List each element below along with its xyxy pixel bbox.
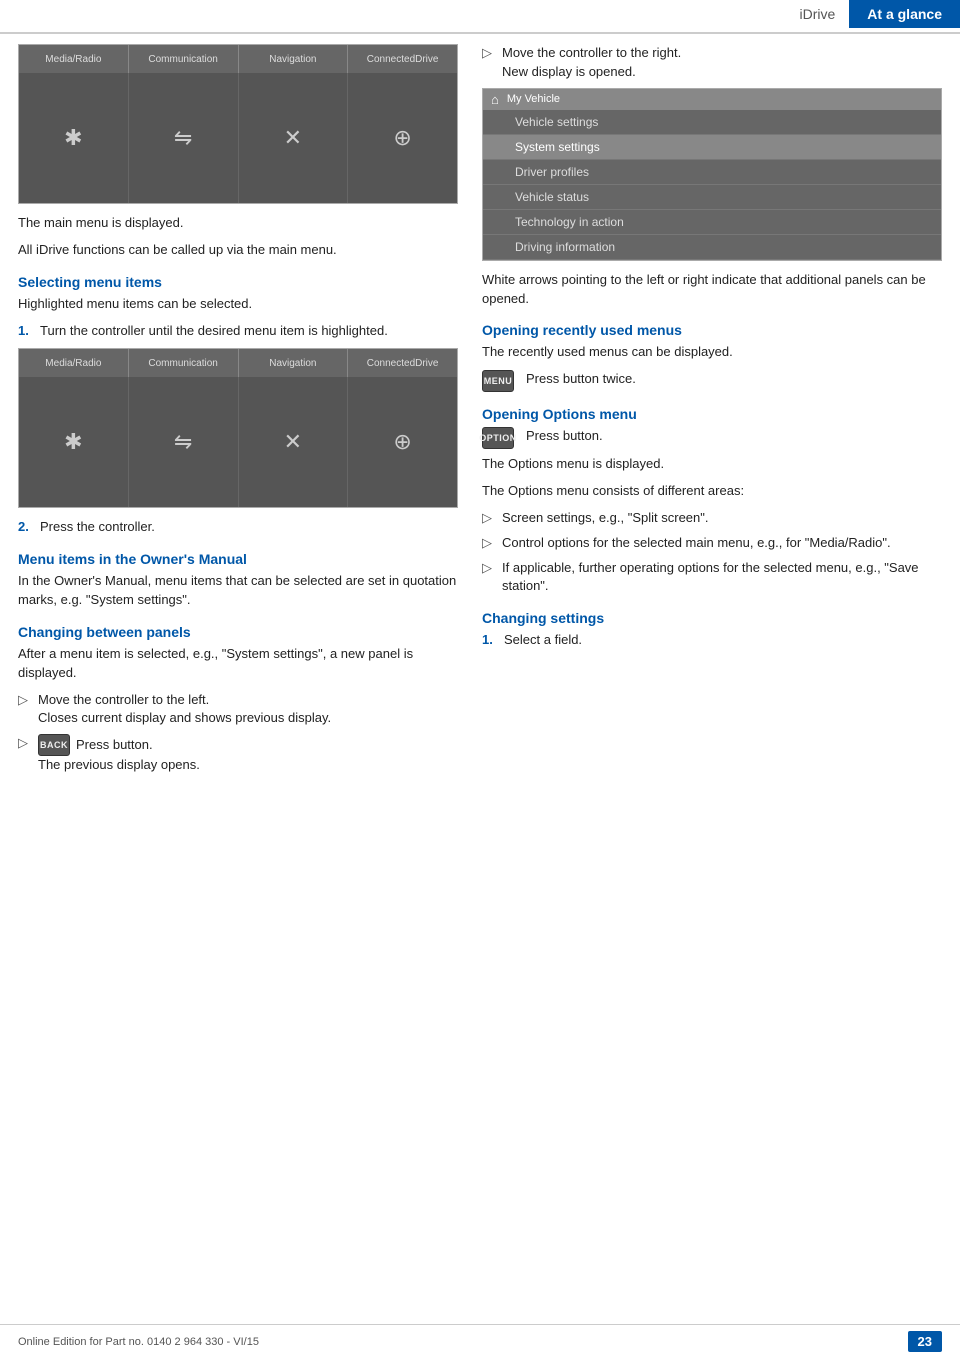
menu2-item-connected: ConnectedDrive bbox=[348, 349, 457, 377]
bullet-right-text: Move the controller to the right. bbox=[502, 45, 681, 60]
back-btn-subtext: The previous display opens. bbox=[38, 757, 200, 772]
step-2-text: Press the controller. bbox=[40, 518, 155, 537]
home-icon: ⌂ bbox=[491, 92, 499, 107]
left-column: Media/Radio Communication Navigation Con… bbox=[18, 44, 458, 781]
options-caption-2: The Options menu consists of different a… bbox=[482, 482, 942, 501]
arrow-icon-right: ▷ bbox=[482, 44, 496, 82]
bullet-screen-text: Screen settings, e.g., "Split screen". bbox=[502, 509, 709, 528]
ataglance-label: At a glance bbox=[849, 0, 960, 28]
step-1-text: Turn the controller until the desired me… bbox=[40, 322, 388, 341]
ownersman-text: In the Owner's Manual, menu items that c… bbox=[18, 572, 458, 610]
icon2-nav: ✕ bbox=[239, 377, 349, 507]
icon-bluetooth: ✱ bbox=[19, 73, 129, 203]
screen-item-driving-info: Driving information bbox=[483, 235, 941, 260]
right-screen-caption: White arrows pointing to the left or rig… bbox=[482, 271, 942, 309]
recently-used-text: The recently used menus can be displayed… bbox=[482, 343, 942, 362]
step-1: 1. Turn the controller until the desired… bbox=[18, 322, 458, 341]
icon-nav: ✕ bbox=[239, 73, 349, 203]
main-menu-screen-1: Media/Radio Communication Navigation Con… bbox=[18, 44, 458, 204]
screen-item-vehicle-settings: Vehicle settings bbox=[483, 110, 941, 135]
menu-btn-text: Press button twice. bbox=[526, 370, 636, 392]
changing-step-1-text: Select a field. bbox=[504, 631, 582, 650]
back-button-img: BACK bbox=[38, 734, 70, 756]
changing-step-1: 1. Select a field. bbox=[482, 631, 942, 650]
back-btn-content: BACK Press button. The previous display … bbox=[38, 734, 200, 775]
section-options-heading: Opening Options menu bbox=[482, 406, 942, 422]
icon2-bluetooth: ✱ bbox=[19, 377, 129, 507]
vehicle-menu-screen: ⌂ My Vehicle Vehicle settings System set… bbox=[482, 88, 942, 261]
selecting-intro: Highlighted menu items can be selected. bbox=[18, 295, 458, 314]
arrow-icon-left: ▷ bbox=[18, 691, 32, 729]
menu-button-img: MENU bbox=[482, 370, 514, 392]
back-btn-text: Press button. bbox=[76, 736, 153, 755]
option-button-img: OPTION bbox=[482, 427, 514, 449]
bullet-right-subtext: New display is opened. bbox=[502, 64, 636, 79]
section-changing-panels-heading: Changing between panels bbox=[18, 624, 458, 640]
section-ownersman-heading: Menu items in the Owner's Manual bbox=[18, 551, 458, 567]
footer-text: Online Edition for Part no. 0140 2 964 3… bbox=[18, 1336, 259, 1348]
option-btn-text: Press button. bbox=[526, 427, 603, 449]
menu2-item-comm: Communication bbox=[129, 349, 239, 377]
bullet-control-options: ▷ Control options for the selected main … bbox=[482, 534, 942, 553]
icon2-globe: ⊕ bbox=[348, 377, 457, 507]
screen-item-technology: Technology in action bbox=[483, 210, 941, 235]
bullet-left-subtext: Closes current display and shows previou… bbox=[38, 710, 331, 725]
icon2-comm: ⇋ bbox=[129, 377, 239, 507]
section-recently-used-heading: Opening recently used menus bbox=[482, 322, 942, 338]
bullet-left-content: Move the controller to the left. Closes … bbox=[38, 691, 331, 729]
menu2-item-media: Media/Radio bbox=[19, 349, 129, 377]
arrow-icon-further: ▷ bbox=[482, 559, 496, 597]
menu-item-comm: Communication bbox=[129, 45, 239, 73]
changing-settings-steps: 1. Select a field. bbox=[482, 631, 942, 650]
arrow-icon-back: ▷ bbox=[18, 734, 32, 775]
idrive-label: iDrive bbox=[786, 2, 850, 26]
menu-item-nav: Navigation bbox=[239, 45, 349, 73]
menu-item-connected: ConnectedDrive bbox=[348, 45, 457, 73]
screen-item-vehicle-status: Vehicle status bbox=[483, 185, 941, 210]
options-caption-1: The Options menu is displayed. bbox=[482, 455, 942, 474]
changing-step-1-num: 1. bbox=[482, 631, 498, 650]
page-header: iDrive At a glance bbox=[0, 0, 960, 34]
bullet-move-right: ▷ Move the controller to the right. New … bbox=[482, 44, 942, 82]
bullet-move-left: ▷ Move the controller to the left. Close… bbox=[18, 691, 458, 729]
caption-main-menu-1: The main menu is displayed. bbox=[18, 214, 458, 233]
menu2-item-nav: Navigation bbox=[239, 349, 349, 377]
bullet-back-btn: ▷ BACK Press button. The previous displa… bbox=[18, 734, 458, 775]
bullet-option-btn: OPTION Press button. bbox=[482, 427, 942, 449]
step-2: 2. Press the controller. bbox=[18, 518, 458, 537]
page-footer: Online Edition for Part no. 0140 2 964 3… bbox=[0, 1324, 960, 1352]
bullet-screen-settings: ▷ Screen settings, e.g., "Split screen". bbox=[482, 509, 942, 528]
main-menu-screen-2: Media/Radio Communication Navigation Con… bbox=[18, 348, 458, 508]
page-number: 23 bbox=[908, 1331, 942, 1352]
steps-list-1: 1. Turn the controller until the desired… bbox=[18, 322, 458, 341]
caption-main-menu-2: All iDrive functions can be called up vi… bbox=[18, 241, 458, 260]
icon-comm: ⇋ bbox=[129, 73, 239, 203]
bullet-menu-btn: MENU Press button twice. bbox=[482, 370, 942, 392]
step-1-num: 1. bbox=[18, 322, 34, 341]
section-selecting-heading: Selecting menu items bbox=[18, 274, 458, 290]
bullet-right-content: Move the controller to the right. New di… bbox=[502, 44, 681, 82]
screen-item-driver-profiles: Driver profiles bbox=[483, 160, 941, 185]
back-button-inline: BACK Press button. bbox=[38, 734, 153, 756]
screen-item-system-settings: System settings bbox=[483, 135, 941, 160]
steps-list-2: 2. Press the controller. bbox=[18, 518, 458, 537]
arrow-icon-control: ▷ bbox=[482, 534, 496, 553]
menu-item-media: Media/Radio bbox=[19, 45, 129, 73]
icon-globe: ⊕ bbox=[348, 73, 457, 203]
arrow-icon-screen: ▷ bbox=[482, 509, 496, 528]
bullet-further-text: If applicable, further operating options… bbox=[502, 559, 942, 597]
bullet-control-text: Control options for the selected main me… bbox=[502, 534, 891, 553]
changing-panels-text: After a menu item is selected, e.g., "Sy… bbox=[18, 645, 458, 683]
section-changing-settings-heading: Changing settings bbox=[482, 610, 942, 626]
step-2-num: 2. bbox=[18, 518, 34, 537]
screen-topbar-label: My Vehicle bbox=[507, 93, 560, 105]
right-column: ▷ Move the controller to the right. New … bbox=[482, 44, 942, 781]
screen-topbar: ⌂ My Vehicle bbox=[483, 89, 941, 110]
page-content: Media/Radio Communication Navigation Con… bbox=[0, 44, 960, 781]
bullet-further-options: ▷ If applicable, further operating optio… bbox=[482, 559, 942, 597]
bullet-left-text: Move the controller to the left. bbox=[38, 692, 209, 707]
